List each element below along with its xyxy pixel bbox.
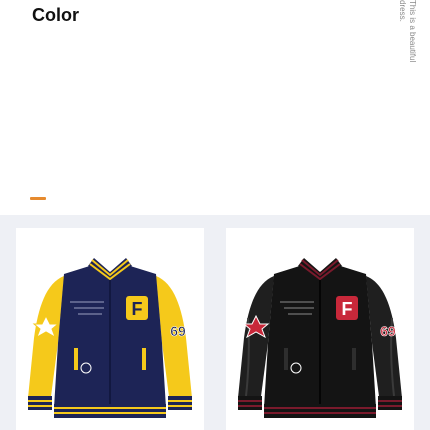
product-card-black-leather[interactable]: F 69 — [226, 228, 414, 430]
accent-underline — [30, 197, 46, 200]
section-title: Color — [32, 5, 79, 25]
product-card-navy-yellow[interactable]: F 69 — [16, 228, 204, 430]
side-note: This is a beautiful dress. — [398, 0, 417, 63]
jacket-image-black-leather: F 69 — [238, 258, 402, 418]
svg-text:69: 69 — [380, 323, 396, 339]
color-section: Color This is a beautiful dress. — [0, 0, 430, 215]
svg-text:F: F — [342, 299, 353, 319]
svg-text:F: F — [132, 299, 143, 319]
svg-text:69: 69 — [170, 323, 186, 339]
jacket-image-navy-yellow: F 69 — [28, 258, 192, 418]
